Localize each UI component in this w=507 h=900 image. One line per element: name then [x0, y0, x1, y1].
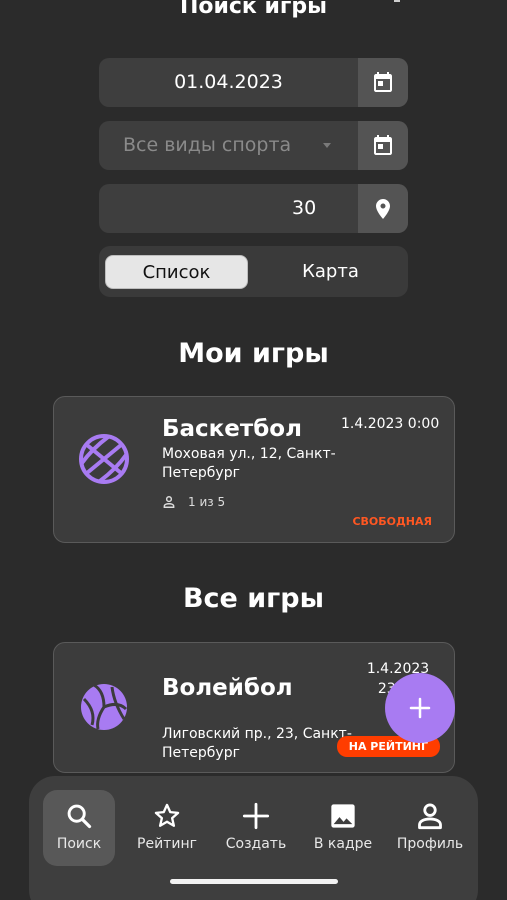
- distance-value[interactable]: 30: [292, 184, 316, 233]
- home-indicator: [170, 879, 338, 884]
- game-sport: Волейбол: [162, 675, 293, 701]
- nav-item-create[interactable]: Создать: [219, 790, 293, 866]
- view-option-map[interactable]: Карта: [259, 255, 402, 289]
- distance-field[interactable]: 30 км: [99, 184, 408, 233]
- sport-calendar-button[interactable]: [358, 121, 408, 170]
- search-icon: [67, 804, 92, 829]
- nav-item-search[interactable]: Поиск: [43, 790, 115, 866]
- nav-item-label: Профиль: [396, 836, 464, 852]
- game-address: Лиговский пр., 23, Санкт-Петербург: [162, 726, 352, 761]
- image-icon: [331, 804, 355, 828]
- calendar-icon: [374, 134, 392, 155]
- date-field[interactable]: 01.04.2023: [99, 58, 408, 107]
- basketball-icon: [79, 434, 129, 484]
- calendar-button[interactable]: [358, 58, 408, 107]
- game-datetime: 1.4.2023 0:00: [341, 416, 440, 432]
- all-games-title: Все игры: [182, 583, 325, 614]
- star-icon: [154, 803, 180, 827]
- volleyball-icon: [81, 683, 128, 730]
- game-sport: Баскетбол: [162, 416, 302, 442]
- person-icon: [163, 496, 175, 508]
- view-toggle[interactable]: Список Карта: [99, 246, 408, 297]
- add-game-button[interactable]: [385, 673, 455, 743]
- search-title: Поиск игры: [179, 0, 328, 19]
- chevron-down-icon[interactable]: [323, 143, 331, 148]
- date-value[interactable]: 01.04.2023: [99, 58, 358, 107]
- status-badge: СВОБОДНАЯ: [352, 515, 432, 528]
- calendar-icon: [374, 71, 392, 92]
- location-button[interactable]: [358, 184, 408, 233]
- my-games-title: Мои игры: [178, 338, 329, 369]
- nav-item-label: В кадре: [313, 836, 373, 852]
- sport-select[interactable]: Все виды спорта: [99, 121, 408, 170]
- nav-item-label: Создать: [225, 836, 287, 852]
- game-card[interactable]: Баскетбол 1.4.2023 0:00 Моховая ул., 12,…: [53, 396, 455, 543]
- game-address: Моховая ул., 12, Санкт-Петербург: [162, 446, 336, 481]
- game-players: 1 из 5: [162, 495, 225, 509]
- sport-placeholder[interactable]: Все виды спорта: [123, 121, 291, 170]
- plus-icon: [242, 802, 270, 830]
- nav-item-profile[interactable]: Профиль: [391, 790, 469, 866]
- nav-item-label: Рейтинг: [137, 836, 197, 852]
- person-icon: [418, 803, 442, 830]
- nav-item-photo[interactable]: В кадре: [305, 790, 381, 866]
- view-option-list[interactable]: Список: [105, 255, 248, 289]
- nav-item-rating[interactable]: Рейтинг: [130, 790, 204, 866]
- partial-icon: [394, 0, 400, 2]
- plus-icon: [409, 697, 431, 719]
- game-players-count: 1 из 5: [188, 495, 226, 509]
- location-pin-icon: [376, 198, 390, 219]
- nav-item-label: Поиск: [56, 836, 102, 852]
